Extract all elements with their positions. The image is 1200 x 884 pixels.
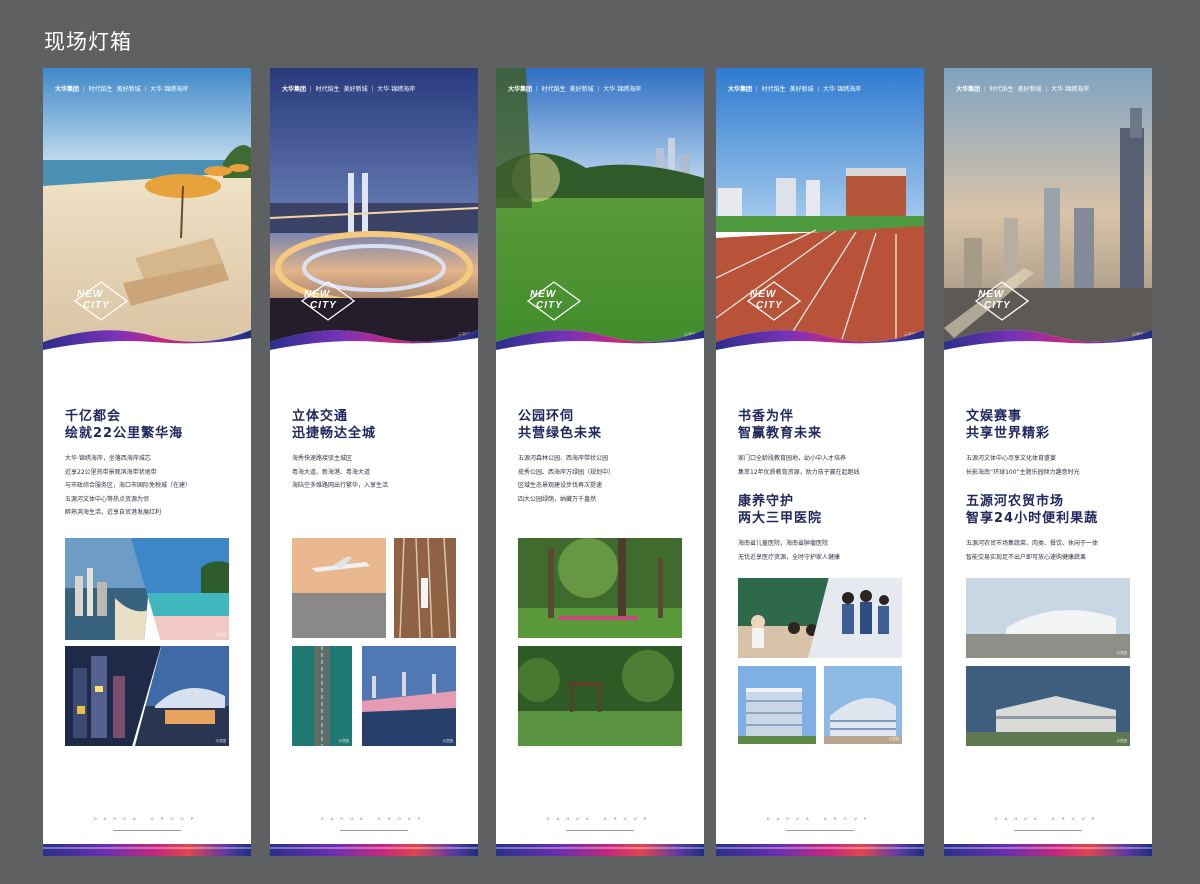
panel-body: 海秀快速路接驳主城区 粤海大道、新海港、粤海大道 海陆空多维路网出行繁华，入享生…	[292, 455, 389, 489]
panel-body: 大华·锦绣海岸，坐落西海岸城芯 近享22公里热带景观滨海带状地带 与市政综合服务…	[65, 455, 192, 516]
brand-logo-text: 大华集团	[55, 87, 80, 93]
photo-train-tracks	[394, 538, 456, 638]
panel-heading: 书香为伴 智赢教育未来	[738, 409, 823, 441]
brand-wave	[270, 330, 478, 376]
newcity-logo-text: NEW CITY	[978, 289, 1011, 311]
lightbox-panel-1: 大华集团 | 时代焰生 美好新城 | 大华·锦绣海岸 NEW CITY 示意图 千…	[43, 68, 251, 856]
photo-port-night: 示意图	[362, 646, 456, 746]
panel-body-2: 海南省儿童医院，海南省肿瘤医院 无忧近享医疗资源，全时守护家人健康	[738, 540, 841, 561]
lightbox-panel-5: 大华集团 | 时代焰生 美好新城 | 大华·锦绣海岸 NEW CITY 示意图 文娱赛事…	[944, 68, 1152, 856]
panel-heading: 立体交通 迅捷畅达全城	[292, 409, 377, 441]
panel-content: 立体交通 迅捷畅达全城 海秀快速路接驳主城区 粤海大道、新海港、粤海大道 海陆空多…	[292, 408, 464, 493]
brand-header: 大华集团 | 时代焰生 美好新城 | 大华·锦绣海岸	[55, 85, 189, 94]
panel-heading: 千亿都会 绘就22公里繁华海	[65, 409, 184, 441]
photo-airplane	[292, 538, 386, 638]
panel-heading: 文娱赛事 共享世界精彩	[966, 409, 1051, 441]
photo-farmers-market: 示意图	[966, 666, 1130, 746]
brand-slogan-1: 时代焰生	[88, 87, 113, 93]
panel-heading: 公园环伺 共营绿色未来	[518, 409, 603, 441]
brand-wave	[43, 330, 251, 376]
brand-header: 大华集团 | 时代焰生 美好新城 | 大华·锦绣海岸	[728, 85, 862, 94]
panel-body-2: 五源河农贸市场集蔬菜、肉类、餐饮、休闲于一体 智能交易实现足不出户即可放心速购健…	[966, 540, 1099, 561]
brand-header: 大华集团 | 时代焰生 美好新城 | 大华·锦绣海岸	[956, 85, 1090, 94]
panel-heading-2: 康养守护 两大三甲医院	[738, 494, 823, 526]
panel-body: 五源河森林公园、西海岸带状公园 揽秀公园、西海岸万绿园（规划中） 区域生态景观建…	[518, 455, 615, 503]
photo-highway-aerial: 示意图	[292, 646, 352, 746]
brand-project: 大华·锦绣海岸	[150, 87, 189, 93]
brand-slogan-2: 美好新城	[116, 87, 141, 93]
footer-brand: DAHUA GROUP	[93, 816, 201, 821]
newcity-logo-text: NEW CITY	[77, 289, 110, 311]
photo-forest-path	[518, 538, 682, 638]
panel-body: 五源河文体中心尽享文化体育盛宴 长影海南“环球100”主题乐园倾力趣意时光	[966, 455, 1080, 476]
panel-content: 书香为伴 智赢教育未来 家门口全龄段教育园地，幼小中入才培养 集萃12年优质教育资…	[738, 408, 910, 564]
brand-header: 大华集团 | 时代焰生 美好新城 | 大华·锦绣海岸	[508, 85, 642, 94]
newcity-logo-text: NEW CITY	[750, 289, 783, 311]
page-title: 现场灯箱	[44, 30, 132, 54]
lightbox-panel-2: 大华集团 | 时代焰生 美好新城 | 大华·锦绣海岸 NEW CITY 示意图 立体交通…	[270, 68, 478, 856]
panel-content: 千亿都会 绘就22公里繁华海 大华·锦绣海岸，坐落西海岸城芯 近享22公里热带景观…	[65, 408, 237, 520]
panel-heading-2: 五源河农贸市场 智享24小时便利果蔬	[966, 494, 1099, 526]
newcity-logo-text: NEW CITY	[530, 289, 563, 311]
brand-header: 大华集团 | 时代焰生 美好新城 | 大华·锦绣海岸	[282, 85, 416, 94]
footer-gradient-bar	[43, 844, 251, 856]
photo-cancer-hospital: 示意图	[824, 666, 902, 744]
footer-rule	[113, 830, 181, 831]
panel-body: 家门口全龄段教育园地，幼小中入才培养 集萃12年优质教育资源，助力孩子赢在起跑线	[738, 455, 860, 476]
lightbox-panel-3: 大华集团 | 时代焰生 美好新城 | 大华·锦绣海岸 NEW CITY 示意图 公园环伺…	[496, 68, 704, 856]
lightbox-panel-4: 大华集团 | 时代焰生 美好新城 | 大华·锦绣海岸 NEW CITY 示意图 书香为伴…	[716, 68, 924, 856]
photo-sports-center: 示意图	[966, 578, 1130, 658]
photo-childrens-hospital	[738, 666, 816, 744]
panel-content: 公园环伺 共营绿色未来 五源河森林公园、西海岸带状公园 揽秀公园、西海岸万绿园（规…	[518, 408, 690, 506]
newcity-logo-text: NEW CITY	[304, 289, 337, 311]
panel-content: 文娱赛事 共享世界精彩 五源河文体中心尽享文化体育盛宴 长影海南“环球100”主题…	[966, 408, 1138, 564]
photo-garden-pavilion	[518, 646, 682, 746]
brand-wave	[716, 330, 924, 376]
brand-wave	[944, 330, 1152, 376]
brand-wave	[496, 330, 704, 376]
